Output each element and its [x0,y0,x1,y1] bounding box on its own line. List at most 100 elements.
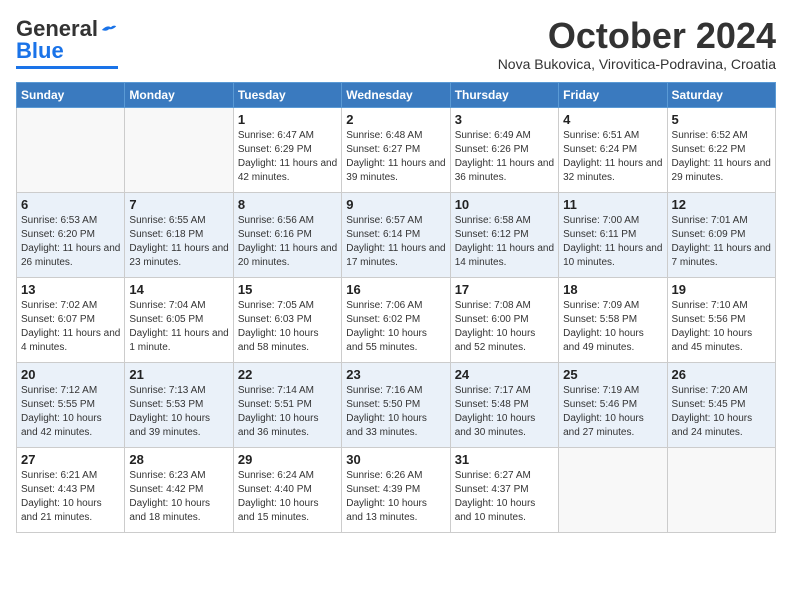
calendar-body: 1Sunrise: 6:47 AM Sunset: 6:29 PM Daylig… [17,107,776,532]
calendar-cell: 4Sunrise: 6:51 AM Sunset: 6:24 PM Daylig… [559,107,667,192]
month-title: October 2024 [498,16,776,56]
day-info: Sunrise: 6:26 AM Sunset: 4:39 PM Dayligh… [346,469,445,525]
calendar-cell: 30 Sunrise: 6:26 AM Sunset: 4:39 PM Dayli… [342,447,450,532]
day-number: 20 [21,367,120,382]
calendar-table: SundayMondayTuesdayWednesdayThursdayFrid… [16,82,776,533]
day-info: Sunrise: 6:56 AM Sunset: 6:16 PM Dayligh… [238,214,337,270]
calendar-cell: 13 Sunrise: 7:02 AM Sunset: 6:07 PM Dayli… [17,277,125,362]
day-info: Sunrise: 7:00 AM Sunset: 6:11 PM Dayligh… [563,214,662,270]
calendar-cell: 1Sunrise: 6:47 AM Sunset: 6:29 PM Daylig… [233,107,341,192]
day-number: 22 [238,367,337,382]
day-info: Sunrise: 6:51 AM Sunset: 6:24 PM Dayligh… [563,129,662,185]
day-info: Sunrise: 6:21 AM Sunset: 4:43 PM Dayligh… [21,469,120,525]
calendar-cell: 22 Sunrise: 7:14 AM Sunset: 5:51 PM Dayli… [233,362,341,447]
calendar-cell: 15Sunrise: 7:05 AM Sunset: 6:03 PM Dayli… [233,277,341,362]
day-info: Sunrise: 7:14 AM Sunset: 5:51 PM Dayligh… [238,384,337,440]
day-info: Sunrise: 6:57 AM Sunset: 6:14 PM Dayligh… [346,214,445,270]
calendar-cell: 24Sunrise: 7:17 AM Sunset: 5:48 PM Dayli… [450,362,558,447]
day-number: 8 [238,197,337,212]
day-info: Sunrise: 7:09 AM Sunset: 5:58 PM Dayligh… [563,299,662,355]
calendar-cell: 31 Sunrise: 6:27 AM Sunset: 4:37 PM Dayli… [450,447,558,532]
day-info: Sunrise: 7:02 AM Sunset: 6:07 PM Dayligh… [21,299,120,355]
day-info: Sunrise: 6:58 AM Sunset: 6:12 PM Dayligh… [455,214,554,270]
day-number: 17 [455,282,554,297]
page-header: General Blue October 2024 Nova Bukovica,… [16,16,776,72]
location-subtitle: Nova Bukovica, Virovitica-Podravina, Cro… [498,56,776,72]
day-number: 3 [455,112,554,127]
day-number: 9 [346,197,445,212]
weekday-header-tuesday: Tuesday [233,82,341,107]
calendar-cell: 19 Sunrise: 7:10 AM Sunset: 5:56 PM Dayli… [667,277,775,362]
day-number: 23 [346,367,445,382]
calendar-cell: 11 Sunrise: 7:00 AM Sunset: 6:11 PM Dayli… [559,192,667,277]
logo: General Blue [16,16,118,69]
day-info: Sunrise: 6:24 AM Sunset: 4:40 PM Dayligh… [238,469,337,525]
calendar-week-3: 13 Sunrise: 7:02 AM Sunset: 6:07 PM Dayli… [17,277,776,362]
day-number: 31 [455,452,554,467]
day-info: Sunrise: 7:10 AM Sunset: 5:56 PM Dayligh… [672,299,771,355]
day-info: Sunrise: 7:17 AM Sunset: 5:48 PM Dayligh… [455,384,554,440]
calendar-cell: 12 Sunrise: 7:01 AM Sunset: 6:09 PM Dayli… [667,192,775,277]
weekday-header-monday: Monday [125,82,233,107]
day-number: 30 [346,452,445,467]
calendar-cell: 27Sunrise: 6:21 AM Sunset: 4:43 PM Dayli… [17,447,125,532]
day-info: Sunrise: 7:16 AM Sunset: 5:50 PM Dayligh… [346,384,445,440]
day-number: 18 [563,282,662,297]
day-number: 13 [21,282,120,297]
calendar-cell [667,447,775,532]
calendar-cell: 6 Sunrise: 6:53 AM Sunset: 6:20 PM Daylig… [17,192,125,277]
title-area: October 2024 Nova Bukovica, Virovitica-P… [498,16,776,72]
calendar-cell: 16 Sunrise: 7:06 AM Sunset: 6:02 PM Dayli… [342,277,450,362]
weekday-header-friday: Friday [559,82,667,107]
calendar-cell: 23 Sunrise: 7:16 AM Sunset: 5:50 PM Dayli… [342,362,450,447]
weekday-header-wednesday: Wednesday [342,82,450,107]
day-number: 28 [129,452,228,467]
calendar-cell: 28 Sunrise: 6:23 AM Sunset: 4:42 PM Dayli… [125,447,233,532]
day-info: Sunrise: 7:20 AM Sunset: 5:45 PM Dayligh… [672,384,771,440]
calendar-cell: 8 Sunrise: 6:56 AM Sunset: 6:16 PM Daylig… [233,192,341,277]
day-info: Sunrise: 7:19 AM Sunset: 5:46 PM Dayligh… [563,384,662,440]
calendar-week-4: 20 Sunrise: 7:12 AM Sunset: 5:55 PM Dayli… [17,362,776,447]
calendar-cell [125,107,233,192]
day-number: 10 [455,197,554,212]
day-info: Sunrise: 6:52 AM Sunset: 6:22 PM Dayligh… [672,129,771,185]
day-number: 19 [672,282,771,297]
day-number: 1 [238,112,337,127]
calendar-cell [17,107,125,192]
weekday-header-row: SundayMondayTuesdayWednesdayThursdayFrid… [17,82,776,107]
day-info: Sunrise: 7:01 AM Sunset: 6:09 PM Dayligh… [672,214,771,270]
weekday-header-sunday: Sunday [17,82,125,107]
calendar-cell [559,447,667,532]
calendar-cell: 5 Sunrise: 6:52 AM Sunset: 6:22 PM Daylig… [667,107,775,192]
day-number: 25 [563,367,662,382]
day-number: 5 [672,112,771,127]
calendar-cell: 25 Sunrise: 7:19 AM Sunset: 5:46 PM Dayli… [559,362,667,447]
day-number: 11 [563,197,662,212]
day-number: 26 [672,367,771,382]
day-info: Sunrise: 6:53 AM Sunset: 6:20 PM Dayligh… [21,214,120,270]
day-number: 6 [21,197,120,212]
day-info: Sunrise: 7:08 AM Sunset: 6:00 PM Dayligh… [455,299,554,355]
day-number: 14 [129,282,228,297]
calendar-cell: 9 Sunrise: 6:57 AM Sunset: 6:14 PM Daylig… [342,192,450,277]
calendar-cell: 18 Sunrise: 7:09 AM Sunset: 5:58 PM Dayli… [559,277,667,362]
day-number: 12 [672,197,771,212]
day-info: Sunrise: 7:04 AM Sunset: 6:05 PM Dayligh… [129,299,228,355]
calendar-cell: 2Sunrise: 6:48 AM Sunset: 6:27 PM Daylig… [342,107,450,192]
calendar-cell: 10 Sunrise: 6:58 AM Sunset: 6:12 PM Dayli… [450,192,558,277]
day-number: 29 [238,452,337,467]
logo-bird-icon [100,22,118,38]
calendar-cell: 21Sunrise: 7:13 AM Sunset: 5:53 PM Dayli… [125,362,233,447]
day-info: Sunrise: 7:06 AM Sunset: 6:02 PM Dayligh… [346,299,445,355]
day-info: Sunrise: 7:13 AM Sunset: 5:53 PM Dayligh… [129,384,228,440]
day-info: Sunrise: 6:23 AM Sunset: 4:42 PM Dayligh… [129,469,228,525]
logo-blue: Blue [16,38,64,64]
day-info: Sunrise: 7:12 AM Sunset: 5:55 PM Dayligh… [21,384,120,440]
day-info: Sunrise: 7:05 AM Sunset: 6:03 PM Dayligh… [238,299,337,355]
day-number: 7 [129,197,228,212]
day-number: 16 [346,282,445,297]
day-info: Sunrise: 6:27 AM Sunset: 4:37 PM Dayligh… [455,469,554,525]
calendar-cell: 7Sunrise: 6:55 AM Sunset: 6:18 PM Daylig… [125,192,233,277]
calendar-cell: 17 Sunrise: 7:08 AM Sunset: 6:00 PM Dayli… [450,277,558,362]
calendar-cell: 3Sunrise: 6:49 AM Sunset: 6:26 PM Daylig… [450,107,558,192]
